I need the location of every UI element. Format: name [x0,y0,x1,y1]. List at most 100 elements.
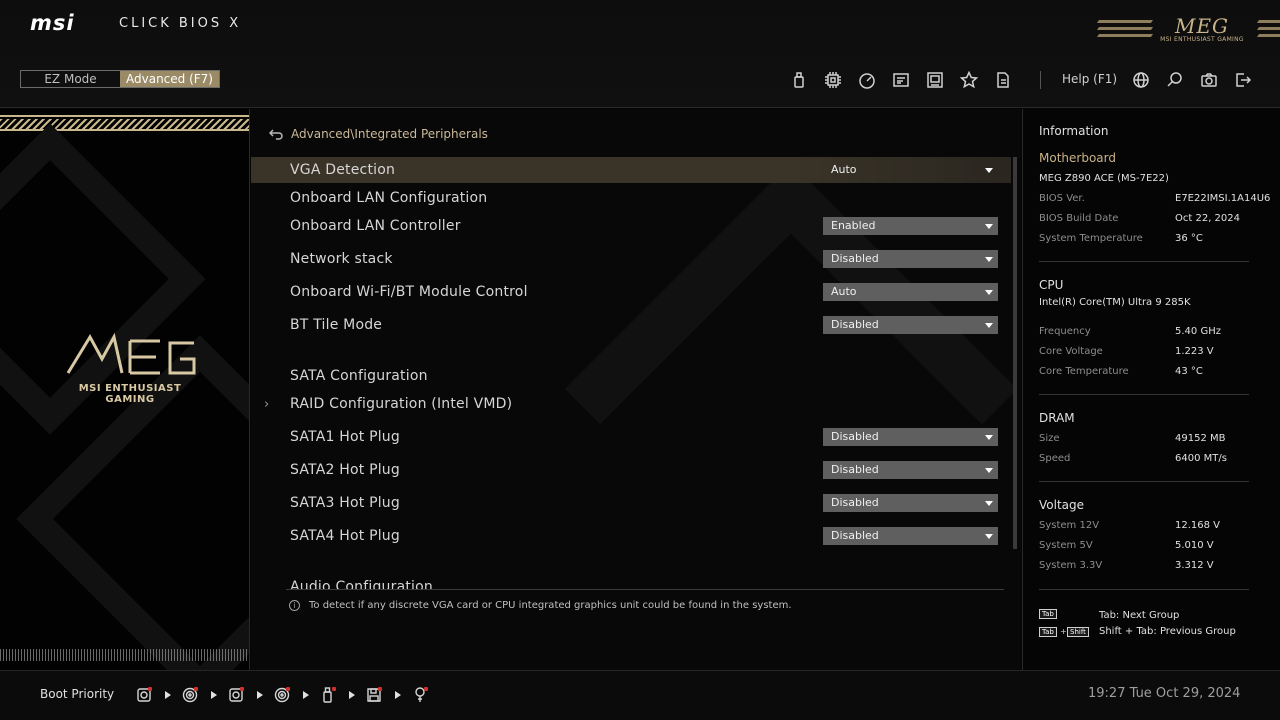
sata4-hot-plug-dropdown[interactable]: Disabled [823,527,998,545]
info-divider [1039,589,1249,590]
mode-toggle: EZ Mode Advanced (F7) [20,70,220,88]
setting-label: SATA1 Hot Plug [290,429,400,445]
search-icon[interactable] [1164,69,1186,91]
hint-divider [286,589,1004,590]
hardware-monitor-icon[interactable] [890,69,912,91]
usb-drive-icon[interactable] [788,69,810,91]
network-stack-dropdown[interactable]: Disabled [823,250,998,268]
setting-onboard-lan-controller[interactable]: Onboard LAN Controller Enabled [251,213,1011,239]
info-icon: i [289,600,300,611]
settings-scrollbar[interactable] [1013,157,1017,549]
cpu-icon[interactable] [822,69,844,91]
setting-sata2-hot-plug[interactable]: SATA2 Hot Plug Disabled [251,457,1011,483]
setting-network-stack[interactable]: Network stack Disabled [251,246,1011,272]
screenshot-camera-icon[interactable] [1198,69,1220,91]
bios-ver-value: E7E22IMSI.1A14U6 [1175,193,1271,204]
bios-build-date-value: Oct 22, 2024 [1175,213,1240,224]
system-3v3-label: System 3.3V [1039,560,1103,571]
hint-text: To detect if any discrete VGA card or CP… [309,600,792,611]
memory-icon[interactable] [924,69,946,91]
advanced-mode-button[interactable]: Advanced (F7) [120,71,219,87]
dropdown-value: Disabled [831,496,879,509]
core-voltage-label: Core Voltage [1039,346,1103,357]
setting-vga-detection[interactable]: VGA Detection Auto [251,157,1011,183]
badge-dot [424,687,428,691]
system-temperature-value: 36 °C [1175,233,1203,244]
meg-logo: MEG MSI ENTHUSIAST GAMING [1160,14,1244,43]
chevron-down-icon [985,323,993,328]
cpu-model: Intel(R) Core(TM) Ultra 9 285K [1039,297,1191,308]
dram-speed-value: 6400 MT/s [1175,453,1227,464]
setting-raid-configuration[interactable]: › RAID Configuration (Intel VMD) [251,391,1011,417]
submenu-label: RAID Configuration (Intel VMD) [290,396,513,412]
floppy-icon[interactable] [365,686,383,704]
dropdown-value: Disabled [831,318,879,331]
meg-dragon-emblem-icon [66,332,196,375]
bt-tile-mode-dropdown[interactable]: Disabled [823,316,998,334]
breadcrumb-path: Advanced\Integrated Peripherals [291,127,488,141]
ez-mode-button[interactable]: EZ Mode [21,71,120,87]
breadcrumb[interactable]: Advanced\Integrated Peripherals [269,127,488,141]
setting-wifi-bt-module-control[interactable]: Onboard Wi-Fi/BT Module Control Auto [251,279,1011,305]
info-divider [1039,394,1249,395]
system-5v-label: System 5V [1039,540,1093,551]
exit-icon[interactable] [1232,69,1254,91]
system-temperature-label: System Temperature [1039,233,1143,244]
help-button[interactable]: Help (F1) [1062,72,1117,86]
sata3-hot-plug-dropdown[interactable]: Disabled [823,494,998,512]
setting-label: SATA2 Hot Plug [290,462,400,478]
setting-label: VGA Detection [290,162,396,178]
top-deco-stroke-2 [0,129,249,131]
arrow-right-icon [211,691,217,699]
toolbar-right [1130,69,1266,91]
boot-priority-list [135,686,429,704]
setting-bt-tile-mode[interactable]: BT Tile Mode Disabled [251,312,1011,338]
chevron-down-icon [985,435,993,440]
cpu-frequency-value: 5.40 GHz [1175,326,1221,337]
setting-sata4-hot-plug[interactable]: SATA4 Hot Plug Disabled [251,523,1011,549]
onboard-lan-controller-dropdown[interactable]: Enabled [823,217,998,235]
shift-key-badge: Shift [1067,627,1089,637]
language-globe-icon[interactable] [1130,69,1152,91]
meg-decoration-stripes [1096,20,1154,42]
badge-dot [240,687,244,691]
dropdown-value: Disabled [831,463,879,476]
optical-disc-icon[interactable] [181,686,199,704]
cpu-title: CPU [1039,278,1064,292]
system-12v-value: 12.168 V [1175,520,1221,531]
badge-dot [378,687,382,691]
chevron-down-icon [985,168,993,173]
info-divider [1039,261,1249,262]
dram-speed-label: Speed [1039,453,1071,464]
header-bar: msi CLICK BIOS X MEG MSI ENTHUSIAST GAMI… [0,0,1280,108]
bios-build-date-label: BIOS Build Date [1039,213,1119,224]
optical-disc-icon[interactable] [273,686,291,704]
setting-sata1-hot-plug[interactable]: SATA1 Hot Plug Disabled [251,424,1011,450]
chevron-down-icon [985,257,993,262]
usb-key-icon[interactable] [411,686,429,704]
dropdown-value: Enabled [831,219,876,232]
chevron-down-icon [985,224,993,229]
tab-key-badge: Tab [1039,609,1057,619]
meg-emblem-tagline: MSI ENTHUSIAST GAMING [78,383,182,405]
overclock-gauge-icon[interactable] [856,69,878,91]
bios-flash-icon[interactable] [992,69,1014,91]
favorites-star-icon[interactable] [958,69,980,91]
boot-priority-label: Boot Priority [40,687,115,701]
plus-icon: + [1060,627,1067,636]
badge-dot [148,687,152,691]
next-group-shortcut: Tab: Next Group [1099,610,1180,621]
back-arrow-icon[interactable] [269,127,283,141]
meg-decoration-stripes-right [1256,20,1280,42]
arrow-right-icon [395,691,401,699]
arrow-right-icon [349,691,355,699]
usb-device-icon[interactable] [319,686,337,704]
hdd-icon[interactable] [135,686,153,704]
sata2-hot-plug-dropdown[interactable]: Disabled [823,461,998,479]
sata1-hot-plug-dropdown[interactable]: Disabled [823,428,998,446]
hdd-icon[interactable] [227,686,245,704]
badge-dot [286,687,290,691]
vga-detection-dropdown[interactable]: Auto [823,161,998,179]
wifi-bt-module-dropdown[interactable]: Auto [823,283,998,301]
setting-sata3-hot-plug[interactable]: SATA3 Hot Plug Disabled [251,490,1011,516]
